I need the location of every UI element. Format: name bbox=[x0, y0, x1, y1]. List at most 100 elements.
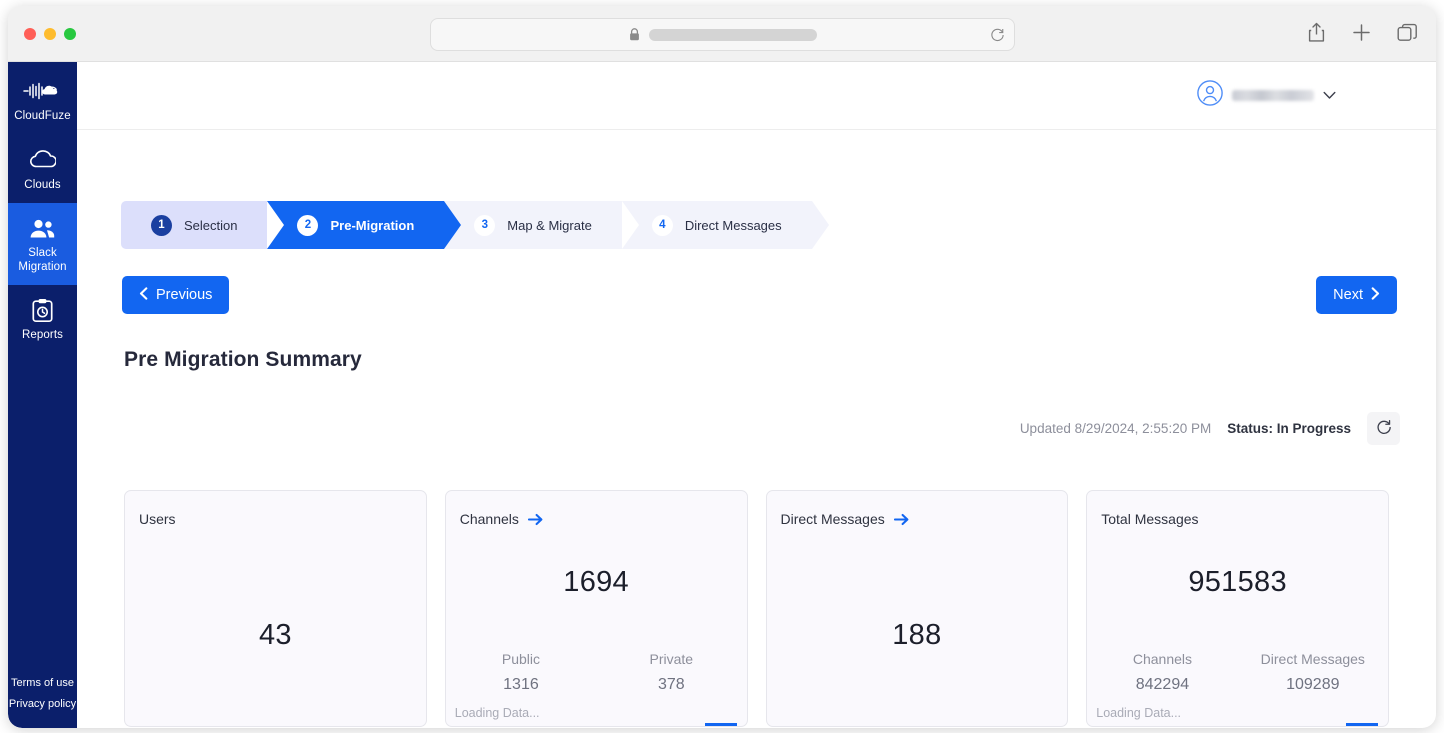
page-viewport: CloudFuze Clouds Slack Migration bbox=[8, 62, 1436, 728]
browser-titlebar bbox=[8, 6, 1436, 62]
step-map-migrate-label: Map & Migrate bbox=[507, 218, 592, 233]
card-channels-public-value: 1316 bbox=[446, 672, 596, 698]
close-window-button[interactable] bbox=[24, 28, 36, 40]
card-channels-arrow-icon[interactable] bbox=[528, 513, 543, 526]
step-direct-messages-number: 4 bbox=[652, 215, 673, 236]
card-users: Users 43 bbox=[124, 490, 427, 727]
next-button-label: Next bbox=[1333, 287, 1363, 303]
card-channels-progress-bar bbox=[705, 723, 737, 726]
summary-cards: Users 43 Channels 1694 Publi bbox=[124, 490, 1389, 727]
card-direct-messages-value: 188 bbox=[767, 619, 1068, 652]
url-text-redacted bbox=[649, 29, 817, 41]
card-users-value: 43 bbox=[125, 619, 426, 652]
step-map-migrate-number: 3 bbox=[474, 215, 495, 236]
chevron-right-icon bbox=[1371, 287, 1380, 304]
card-channels-loading-text: Loading Data... bbox=[455, 706, 540, 720]
card-total-messages: Total Messages 951583 Channels 842294 Di… bbox=[1086, 490, 1389, 727]
page-title: Pre Migration Summary bbox=[124, 348, 362, 372]
card-channels-breakdown: Public 1316 Private 378 bbox=[446, 646, 747, 698]
card-total-messages-header: Total Messages bbox=[1101, 511, 1198, 527]
user-avatar-icon bbox=[1197, 80, 1223, 111]
updated-timestamp: Updated 8/29/2024, 2:55:20 PM bbox=[1020, 421, 1211, 436]
app-header bbox=[77, 62, 1436, 130]
card-channels-progress-track bbox=[446, 723, 747, 726]
card-direct-messages-title: Direct Messages bbox=[781, 511, 885, 527]
sidebar: CloudFuze Clouds Slack Migration bbox=[8, 62, 77, 728]
cloud-icon bbox=[29, 147, 56, 173]
card-total-messages-loading-text: Loading Data... bbox=[1096, 706, 1181, 720]
step-selection-label: Selection bbox=[184, 218, 237, 233]
card-total-messages-dms-value: 109289 bbox=[1238, 672, 1388, 698]
card-channels-public: Public 1316 bbox=[446, 646, 596, 698]
next-button[interactable]: Next bbox=[1316, 276, 1397, 314]
refresh-icon bbox=[1376, 419, 1392, 438]
chevron-down-icon[interactable] bbox=[1323, 87, 1336, 105]
sidebar-item-slack-migration[interactable]: Slack Migration bbox=[8, 203, 77, 285]
step-direct-messages[interactable]: 4 Direct Messages bbox=[622, 201, 812, 249]
card-channels-private-value: 378 bbox=[596, 672, 746, 698]
browser-toolbar-actions bbox=[1307, 22, 1418, 43]
users-group-icon bbox=[28, 215, 57, 241]
card-channels-public-label: Public bbox=[446, 646, 596, 672]
reload-icon[interactable] bbox=[990, 27, 1005, 42]
clipboard-clock-icon bbox=[31, 297, 54, 323]
previous-button-label: Previous bbox=[156, 287, 212, 303]
card-total-messages-dms-label: Direct Messages bbox=[1238, 646, 1388, 672]
browser-window: CloudFuze Clouds Slack Migration bbox=[8, 6, 1436, 728]
step-selection-number: 1 bbox=[151, 215, 172, 236]
user-menu[interactable] bbox=[1197, 80, 1336, 111]
step-pre-migration[interactable]: 2 Pre-Migration bbox=[267, 201, 444, 249]
address-bar[interactable] bbox=[430, 18, 1015, 51]
card-total-messages-progress-bar bbox=[1346, 723, 1378, 726]
summary-status-row: Updated 8/29/2024, 2:55:20 PM Status: In… bbox=[1020, 412, 1400, 445]
sidebar-footer: Terms of use Privacy policy bbox=[9, 674, 76, 728]
cloudfuze-logo-icon bbox=[23, 78, 63, 104]
step-map-migrate[interactable]: 3 Map & Migrate bbox=[444, 201, 622, 249]
privacy-policy-link[interactable]: Privacy policy bbox=[9, 695, 76, 714]
tab-overview-icon[interactable] bbox=[1397, 23, 1418, 42]
card-channels-title: Channels bbox=[460, 511, 519, 527]
step-selection[interactable]: 1 Selection bbox=[121, 201, 267, 249]
sidebar-item-reports-label: Reports bbox=[22, 329, 63, 343]
card-total-messages-channels-label: Channels bbox=[1087, 646, 1237, 672]
card-direct-messages-header: Direct Messages bbox=[781, 511, 909, 527]
main-content: 1 Selection 2 Pre-Migration 3 Map & Migr… bbox=[77, 130, 1436, 728]
previous-button[interactable]: Previous bbox=[122, 276, 229, 314]
status-badge: Status: In Progress bbox=[1227, 421, 1351, 436]
chevron-left-icon bbox=[139, 287, 148, 304]
refresh-button[interactable] bbox=[1367, 412, 1400, 445]
step-pre-migration-number: 2 bbox=[297, 215, 318, 236]
minimize-window-button[interactable] bbox=[44, 28, 56, 40]
sidebar-item-slack-migration-label: Slack Migration bbox=[10, 247, 75, 274]
card-channels: Channels 1694 Public 1316 Private bbox=[445, 490, 748, 727]
step-pre-migration-label: Pre-Migration bbox=[330, 218, 414, 233]
card-channels-private-label: Private bbox=[596, 646, 746, 672]
card-users-title: Users bbox=[139, 511, 176, 527]
step-direct-messages-label: Direct Messages bbox=[685, 218, 782, 233]
card-channels-header: Channels bbox=[460, 511, 543, 527]
sidebar-brand: CloudFuze bbox=[8, 62, 77, 135]
terms-of-use-link[interactable]: Terms of use bbox=[11, 674, 74, 693]
sidebar-brand-label: CloudFuze bbox=[14, 110, 71, 124]
window-controls bbox=[24, 28, 76, 40]
sidebar-item-clouds[interactable]: Clouds bbox=[8, 135, 77, 204]
card-total-messages-channels: Channels 842294 bbox=[1087, 646, 1237, 698]
sidebar-item-clouds-label: Clouds bbox=[24, 179, 60, 193]
card-total-messages-progress-track bbox=[1087, 723, 1388, 726]
sidebar-item-reports[interactable]: Reports bbox=[8, 285, 77, 354]
lock-icon bbox=[629, 28, 640, 41]
migration-stepper: 1 Selection 2 Pre-Migration 3 Map & Migr… bbox=[121, 201, 812, 249]
card-direct-messages-arrow-icon[interactable] bbox=[894, 513, 909, 526]
card-total-messages-breakdown: Channels 842294 Direct Messages 109289 bbox=[1087, 646, 1388, 698]
card-total-messages-title: Total Messages bbox=[1101, 511, 1198, 527]
new-tab-icon[interactable] bbox=[1352, 23, 1371, 42]
card-direct-messages: Direct Messages 188 bbox=[766, 490, 1069, 727]
share-icon[interactable] bbox=[1307, 22, 1326, 43]
card-channels-value: 1694 bbox=[446, 566, 747, 599]
card-total-messages-value: 951583 bbox=[1087, 566, 1388, 599]
card-total-messages-channels-value: 842294 bbox=[1087, 672, 1237, 698]
card-channels-private: Private 378 bbox=[596, 646, 746, 698]
maximize-window-button[interactable] bbox=[64, 28, 76, 40]
card-users-header: Users bbox=[139, 511, 176, 527]
card-total-messages-dms: Direct Messages 109289 bbox=[1238, 646, 1388, 698]
